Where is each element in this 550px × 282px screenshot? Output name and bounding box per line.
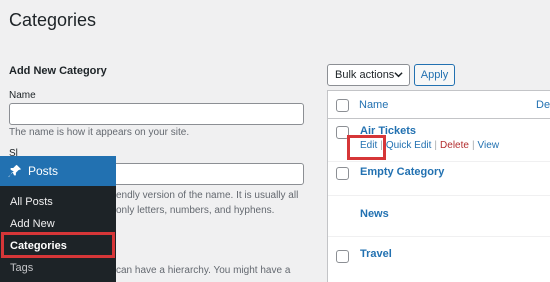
column-name-header[interactable]: Name (359, 99, 388, 111)
sidebar-item-label: All Posts (10, 196, 53, 208)
view-link[interactable]: View (478, 140, 500, 151)
delete-link[interactable]: Delete (440, 140, 469, 151)
chevron-down-icon (394, 72, 403, 78)
row-divider (328, 236, 550, 237)
page-title: Categories (9, 10, 97, 30)
parent-help-text: can have a hierarchy. You might have a (116, 265, 291, 276)
row-checkbox[interactable] (336, 167, 349, 180)
select-all-checkbox[interactable] (336, 99, 349, 112)
name-help-text: The name is how it appears on your site. (9, 127, 190, 138)
bulk-actions-value: Bulk actions (335, 69, 395, 81)
category-name-link[interactable]: Travel (360, 248, 392, 260)
categories-table: Name Des Air Tickets Edit | Quick Edit |… (327, 90, 550, 282)
bulk-actions-select[interactable]: Bulk actions (327, 64, 410, 86)
name-input[interactable] (9, 103, 304, 125)
slug-help-text-2: only letters, numbers, and hyphens. (116, 205, 275, 216)
sidebar-item-label: Tags (10, 262, 34, 274)
row-checkbox[interactable] (336, 250, 349, 263)
action-separator: | (434, 140, 438, 151)
row-divider (328, 195, 550, 196)
table-header: Name Des (328, 91, 550, 119)
sidebar-item-tags[interactable]: Tags (0, 257, 116, 279)
edit-highlight-box (347, 135, 386, 160)
sidebar-item-label: Add New (10, 218, 55, 230)
categories-highlight-box (1, 232, 115, 258)
apply-button[interactable]: Apply (414, 64, 455, 86)
admin-sidebar: Posts All Posts Add New Categories Tags (0, 156, 116, 282)
row-divider (328, 161, 550, 162)
slug-help-text-1: endly version of the name. It is usually… (116, 190, 299, 201)
quick-edit-link[interactable]: Quick Edit (386, 140, 432, 151)
sidebar-item-all-posts[interactable]: All Posts (0, 191, 116, 213)
category-name-link[interactable]: News (360, 208, 389, 220)
add-category-heading: Add New Category (9, 65, 107, 77)
sidebar-menu-label: Posts (28, 164, 59, 178)
sidebar-menu-posts[interactable]: Posts (0, 156, 116, 186)
column-description-header[interactable]: Des (536, 99, 550, 111)
action-separator: | (471, 140, 475, 151)
pushpin-icon (8, 164, 22, 178)
name-field-label: Name (9, 90, 36, 101)
category-name-link[interactable]: Empty Category (360, 166, 444, 178)
